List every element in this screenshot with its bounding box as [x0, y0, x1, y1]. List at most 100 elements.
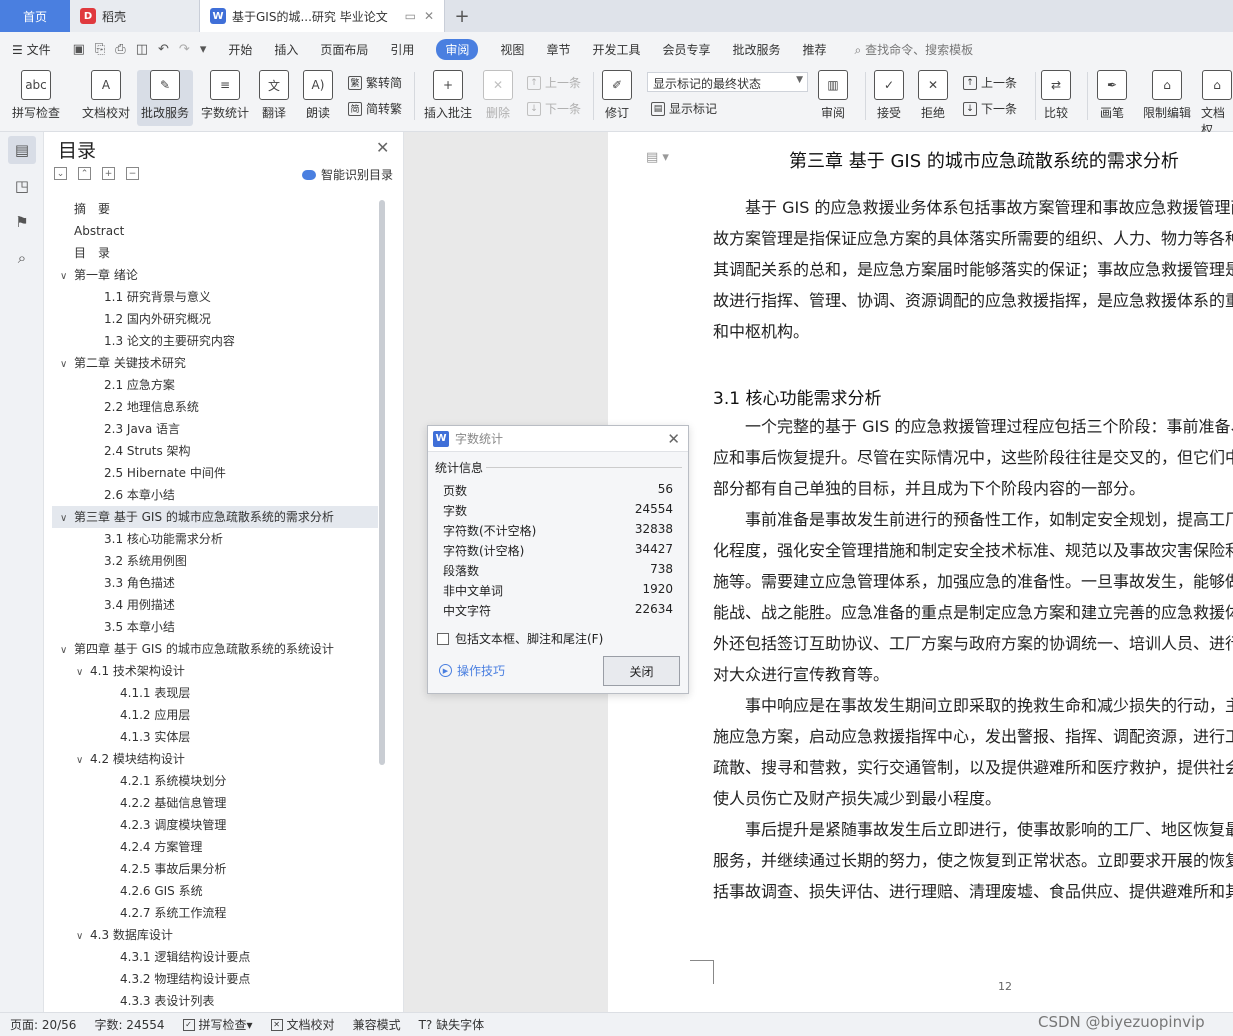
spellcheck-button[interactable]: abc 拼写检查 [12, 70, 60, 121]
quick-access-more-icon[interactable]: ▾ [200, 42, 207, 57]
delete-comment-button[interactable]: ✕ 删除 [483, 70, 513, 121]
proofread-button[interactable]: A 文档校对 [82, 70, 130, 121]
toc-item[interactable]: 4.2.2 基础信息管理 [120, 792, 226, 814]
toc-close-icon[interactable]: ✕ [376, 138, 389, 157]
search-icon[interactable]: ⌕ [8, 244, 36, 272]
toc-item[interactable]: 4.1.3 实体层 [120, 726, 190, 748]
toc-item[interactable]: 4.3.1 逻辑结构设计要点 [120, 946, 250, 968]
chevron-down-icon[interactable]: ∨ [60, 354, 74, 376]
toc-item[interactable]: 3.2 系统用例图 [104, 550, 187, 572]
include-textbox-checkbox[interactable]: 包括文本框、脚注和尾注(F) [437, 630, 603, 647]
toc-item[interactable]: 摘 要 [74, 198, 110, 220]
read-aloud-button[interactable]: A) 朗读 [303, 70, 333, 121]
toc-item[interactable]: 3.5 本章小结 [104, 616, 175, 638]
toc-item[interactable]: ∨ 4.2 模块结构设计 [76, 748, 185, 770]
compare-button[interactable]: ⇄ 比较 [1041, 70, 1071, 121]
menu-chapter[interactable]: 章节 [546, 41, 570, 58]
toc-scrollbar[interactable] [379, 200, 385, 765]
toc-item[interactable]: Abstract [74, 220, 124, 242]
remove-heading-icon[interactable]: − [126, 167, 139, 180]
toc-item[interactable]: 3.1 核心功能需求分析 [104, 528, 223, 550]
menu-recommend[interactable]: 推荐 [803, 41, 827, 58]
toc-item[interactable]: ∨ 4.3 数据库设计 [76, 924, 173, 946]
redo-icon[interactable]: ↷ [179, 42, 190, 57]
next-change-button[interactable]: ↓ 下一条 [963, 100, 1017, 117]
toc-item[interactable]: 2.1 应急方案 [104, 374, 175, 396]
missing-font-status[interactable]: T? 缺失字体 [419, 1016, 485, 1033]
toc-item[interactable]: ∨ 4.1 技术架构设计 [76, 660, 185, 682]
collapse-all-icon[interactable]: ⌃ [78, 167, 91, 180]
page-indicator[interactable]: 页面: 20/56 [10, 1016, 76, 1033]
toc-item[interactable]: 1.2 国内外研究概况 [104, 308, 211, 330]
undo-icon[interactable]: ↶ [158, 42, 169, 57]
word-count-indicator[interactable]: 字数: 24554 [94, 1016, 164, 1033]
dialog-close-icon[interactable]: ✕ [667, 430, 680, 448]
expand-all-icon[interactable]: ⌄ [54, 167, 67, 180]
dialog-titlebar[interactable]: W 字数统计 ✕ [428, 426, 688, 452]
toc-item[interactable]: 2.5 Hibernate 中间件 [104, 462, 226, 484]
toc-item[interactable]: ∨ 第三章 基于 GIS 的城市应急疏散系统的需求分析 [52, 506, 378, 528]
toc-item[interactable]: 4.1.2 应用层 [120, 704, 190, 726]
print-icon[interactable]: ⎙ [115, 42, 125, 57]
close-button[interactable]: 关闭 [603, 656, 680, 686]
toc-item[interactable]: 4.2.6 GIS 系统 [120, 880, 203, 902]
menu-page-layout[interactable]: 页面布局 [320, 41, 368, 58]
toc-item[interactable]: 目 录 [74, 242, 110, 264]
reject-button[interactable]: ✕ 拒绝 [918, 70, 948, 121]
chevron-down-icon[interactable]: ∨ [60, 508, 74, 530]
smart-toc-button[interactable]: 智能识别目录 [302, 166, 393, 183]
document-permission-button[interactable]: ⌂ 文档权 [1201, 70, 1233, 138]
menu-review[interactable]: 审阅 [436, 38, 479, 60]
show-markup-button[interactable]: ▤ 显示标记 [651, 100, 717, 117]
chevron-down-icon[interactable]: ∨ [76, 662, 90, 684]
restrict-editing-button[interactable]: ⌂ 限制编辑 [1143, 70, 1191, 121]
menu-view[interactable]: 视图 [500, 41, 524, 58]
toc-item[interactable]: ∨ 第一章 绪论 [60, 264, 138, 286]
toc-item[interactable]: 2.6 本章小结 [104, 484, 175, 506]
toc-item[interactable]: 2.2 地理信息系统 [104, 396, 199, 418]
toc-item[interactable]: 4.2.7 系统工作流程 [120, 902, 226, 924]
menu-start[interactable]: 开始 [228, 41, 252, 58]
toc-item[interactable]: 2.4 Struts 架构 [104, 440, 191, 462]
tab-docer[interactable]: D 稻壳 [70, 0, 200, 32]
toc-item[interactable]: 4.1.1 表现层 [120, 682, 190, 704]
add-heading-icon[interactable]: + [102, 167, 115, 180]
insert-comment-button[interactable]: + 插入批注 [424, 70, 472, 121]
bookmark-icon[interactable]: ⚑ [8, 208, 36, 236]
menu-developer[interactable]: 开发工具 [592, 41, 640, 58]
print-preview-icon[interactable]: ◫ [136, 42, 148, 57]
markup-state-select[interactable]: 显示标记的最终状态 ▼ [647, 72, 808, 92]
toc-item[interactable]: ∨ 第四章 基于 GIS 的城市应急疏散系统的系统设计 [60, 638, 334, 660]
menu-review-service[interactable]: 批改服务 [732, 41, 780, 58]
word-count-button[interactable]: ≡ 字数统计 [201, 70, 249, 121]
track-changes-button[interactable]: ✐ 修订 [602, 70, 632, 121]
document-page[interactable]: ▤ ▾ 第三章 基于 GIS 的城市应急疏散系统的需求分析 3.1 核心功能需求… [608, 132, 1233, 1012]
toc-item[interactable]: 3.3 角色描述 [104, 572, 175, 594]
spellcheck-status[interactable]: ✓ 拼写检查 ▾ [182, 1016, 253, 1033]
next-comment-button[interactable]: ↓ 下一条 [527, 100, 581, 117]
tab-document[interactable]: W 基于GIS的城...研究 毕业论文 ▭ ✕ [200, 0, 445, 32]
toc-item[interactable]: 4.2.1 系统模块划分 [120, 770, 226, 792]
simp-to-trad-button[interactable]: 简简转繁 [348, 100, 402, 117]
chevron-down-icon[interactable]: ∨ [76, 926, 90, 948]
toc-item[interactable]: 1.3 论文的主要研究内容 [104, 330, 235, 352]
toc-item[interactable]: 4.2.3 调度模块管理 [120, 814, 226, 836]
chevron-down-icon[interactable]: ∨ [60, 640, 74, 662]
close-icon[interactable]: ✕ [424, 9, 434, 23]
new-tab-button[interactable]: + [445, 0, 479, 32]
review-pane-button[interactable]: ▥ 审阅 [818, 70, 848, 121]
toc-item[interactable]: 4.3.2 物理结构设计要点 [120, 968, 250, 990]
chevron-down-icon[interactable]: ∨ [76, 750, 90, 772]
prev-change-button[interactable]: ↑ 上一条 [963, 74, 1017, 91]
accept-button[interactable]: ✓ 接受 [874, 70, 904, 121]
tab-home[interactable]: 首页 [0, 0, 70, 32]
menu-insert[interactable]: 插入 [274, 41, 298, 58]
toc-item[interactable]: 1.1 研究背景与意义 [104, 286, 211, 308]
pen-button[interactable]: ✒ 画笔 [1097, 70, 1127, 121]
proofread-status[interactable]: ✕ 文档校对 [270, 1016, 335, 1033]
chevron-down-icon[interactable]: ∨ [60, 266, 74, 288]
toc-item[interactable]: 4.2.5 事故后果分析 [120, 858, 226, 880]
trad-to-simp-button[interactable]: 繁繁转简 [348, 74, 402, 91]
review-service-button[interactable]: ✎ 批改服务 [137, 70, 194, 126]
toc-item[interactable]: 4.3.3 表设计列表 [120, 990, 214, 1008]
